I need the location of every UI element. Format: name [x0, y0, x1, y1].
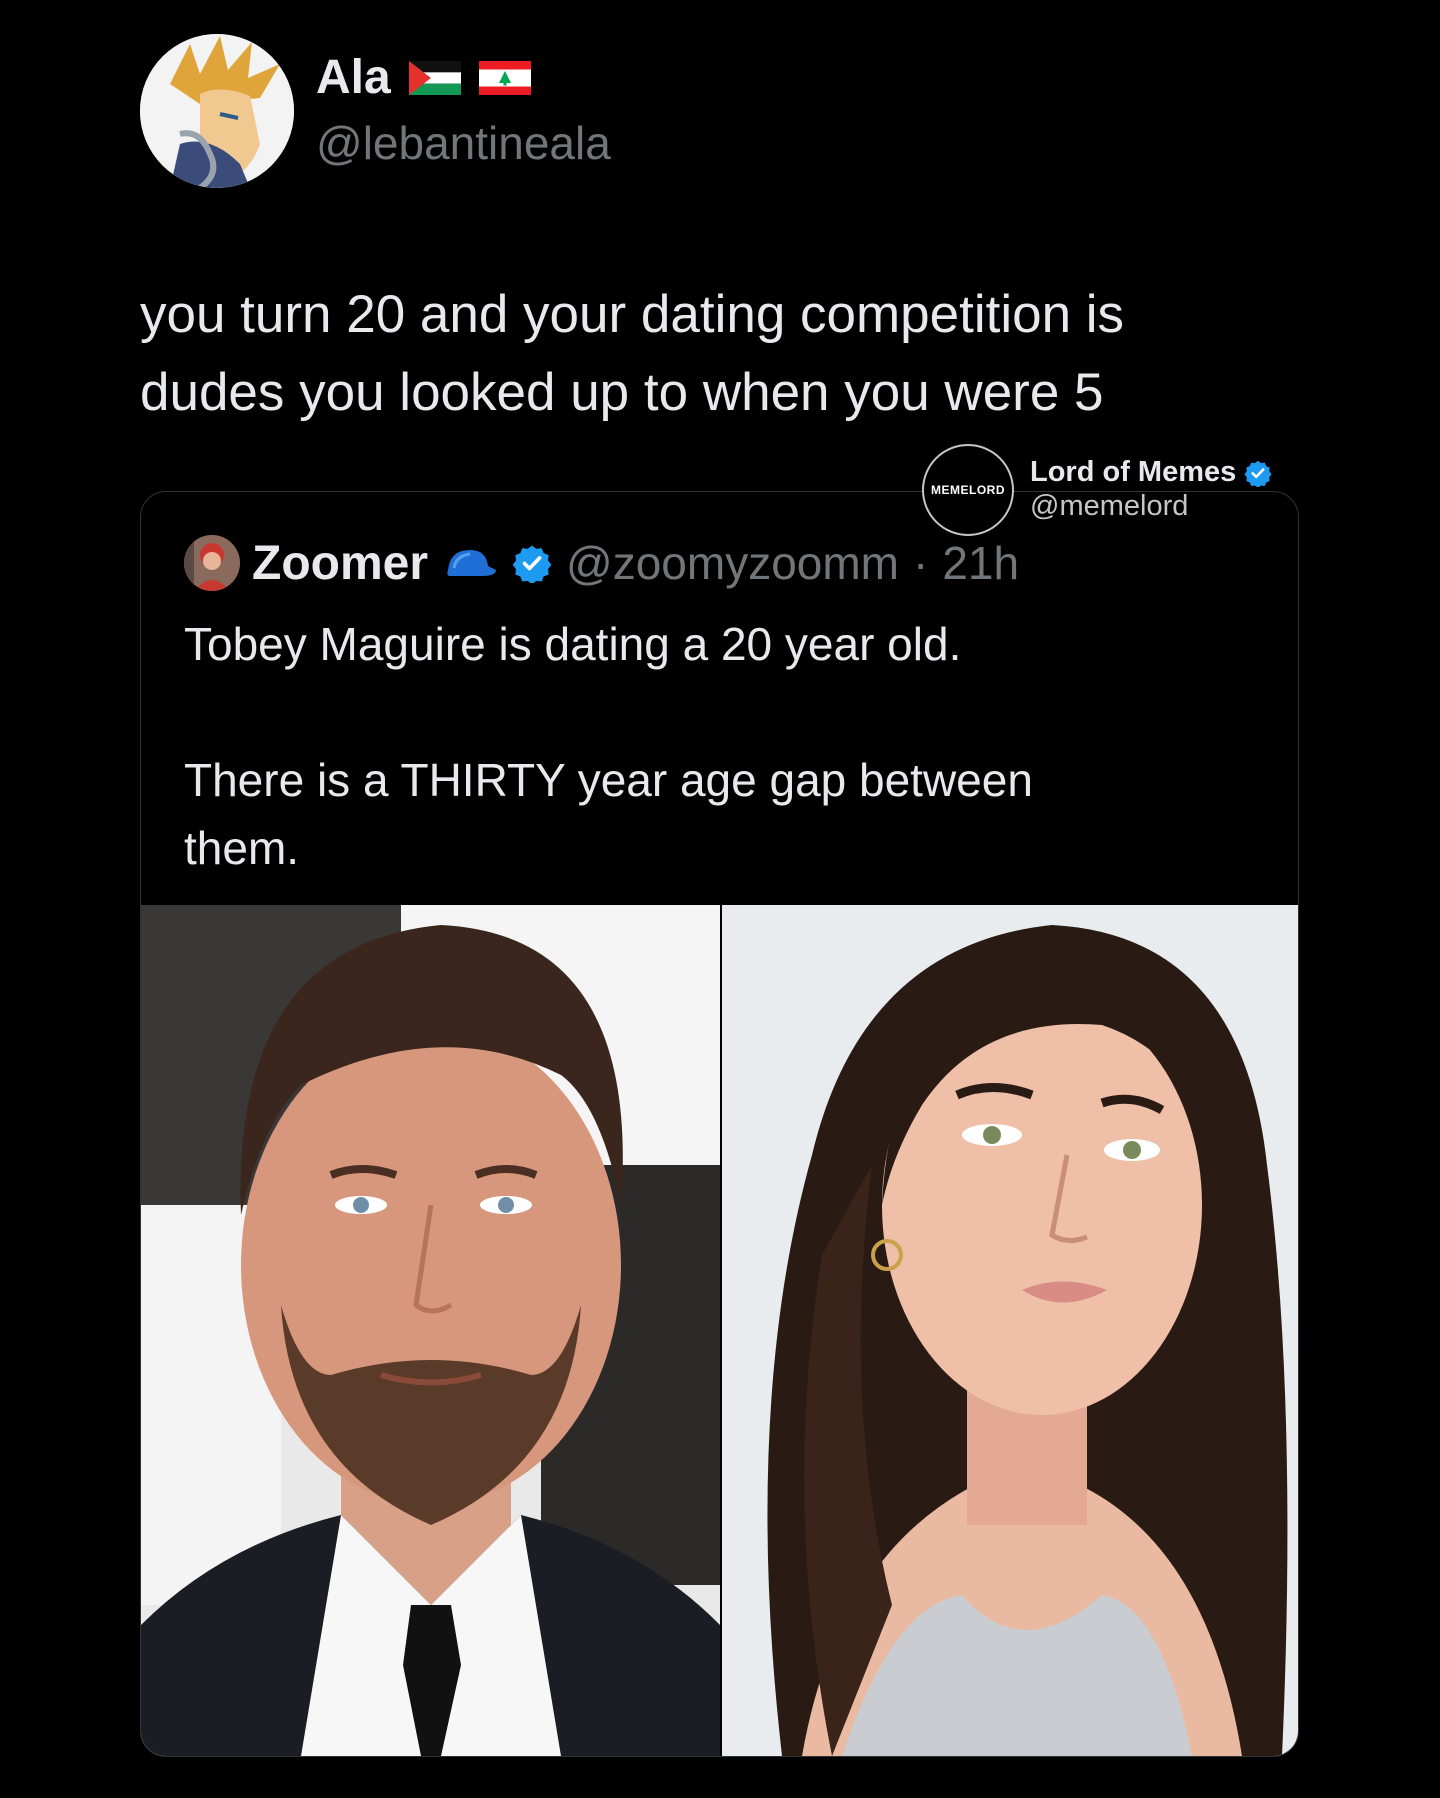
quoted-author-handle[interactable]: @zoomyzoomm [566, 536, 899, 590]
verified-badge-icon [1244, 459, 1272, 487]
quoted-text-line: them. [184, 822, 300, 874]
lebanon-flag-icon [478, 60, 531, 95]
quoted-text-line: Tobey Maguire is dating a 20 year old. [184, 618, 962, 670]
tweet-text: you turn 20 and your dating competition … [140, 276, 1320, 432]
memelord-logo: MEMELORD [922, 444, 1014, 536]
author-handle[interactable]: @lebantineala [316, 116, 611, 170]
tweet-text-line: dudes you looked up to when you were 5 [140, 363, 1104, 422]
quoted-text-line: There is a THIRTY year age gap between [184, 754, 1033, 806]
blue-cap-icon [442, 546, 498, 580]
palestine-flag-icon [408, 60, 461, 95]
quoted-author-avatar[interactable] [184, 535, 240, 591]
meta-separator: · [913, 537, 929, 589]
author-name-text: Ala [316, 51, 391, 104]
verified-badge-icon [512, 543, 552, 583]
quoted-tweet-time[interactable]: 21h [942, 536, 1019, 590]
watermark-name-text: Lord of Memes [1030, 456, 1237, 488]
quoted-tweet-header: Zoomer @zoomyzoomm · 21h [252, 535, 1019, 591]
author-display-name[interactable]: Ala [316, 50, 531, 105]
quoted-tweet-text: Tobey Maguire is dating a 20 year old. T… [184, 610, 1264, 882]
photo-woman[interactable] [722, 905, 1298, 1756]
photo-man[interactable] [141, 905, 720, 1756]
author-avatar[interactable] [140, 34, 294, 188]
watermark-handle: @memelord [1030, 490, 1189, 522]
watermark-name: Lord of Memes [1030, 456, 1272, 489]
tweet-text-line: you turn 20 and your dating competition … [140, 285, 1125, 344]
memelord-logo-text: MEMELORD [931, 483, 1005, 497]
quoted-author-name[interactable]: Zoomer [252, 536, 428, 591]
